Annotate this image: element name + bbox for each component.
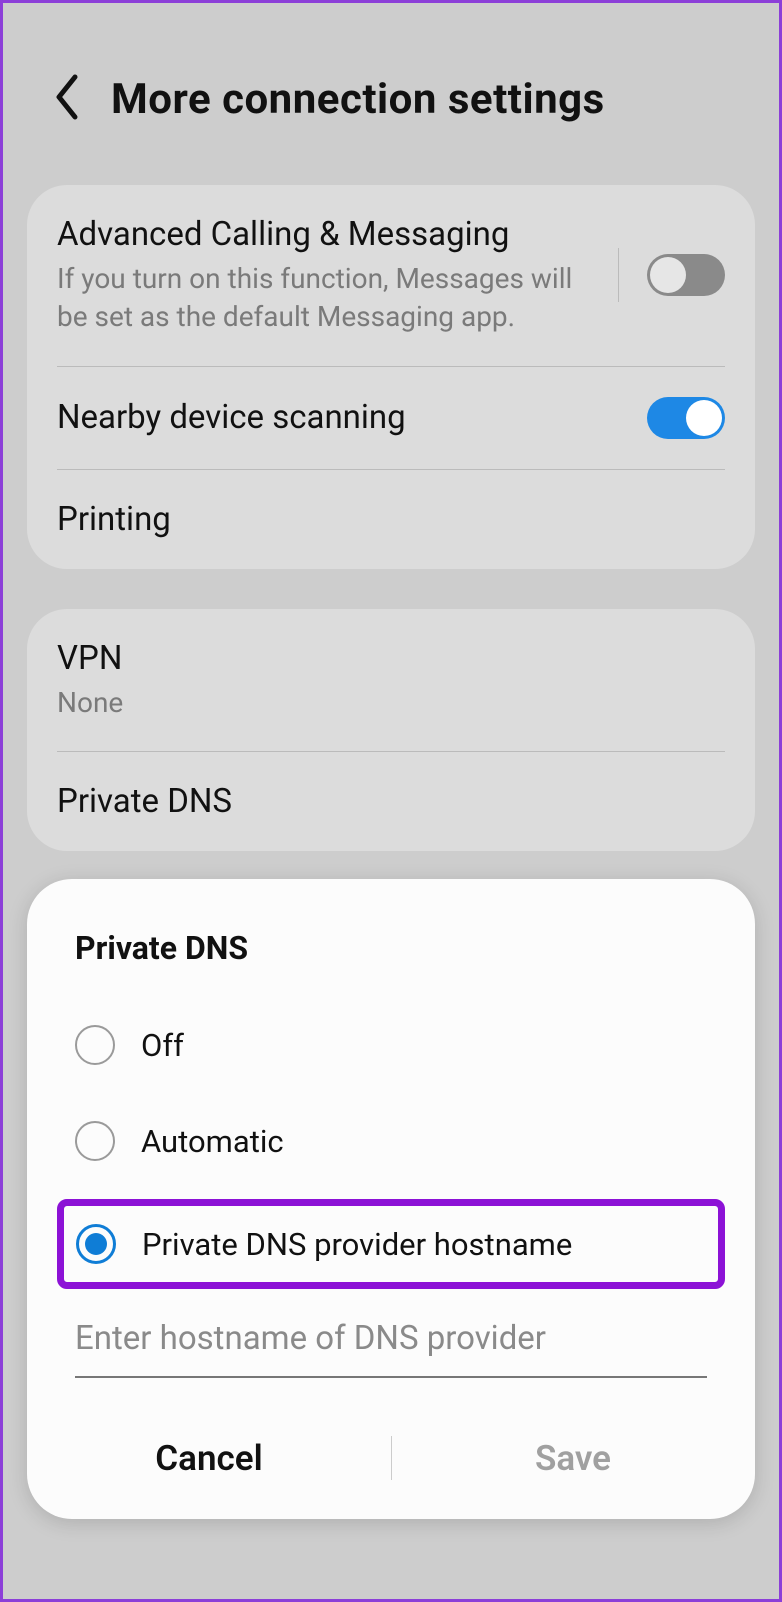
setting-advanced-calling[interactable]: Advanced Calling & Messaging If you turn… [27,185,755,366]
page-title: More connection settings [111,75,605,124]
radio-icon [75,1025,115,1065]
dialog-title: Private DNS [27,929,755,997]
toggle-advanced-calling[interactable] [647,254,725,296]
radio-icon [76,1224,116,1264]
setting-value: None [57,684,710,722]
setting-vpn[interactable]: VPN None [27,609,755,752]
cancel-button[interactable]: Cancel [27,1418,391,1499]
save-button[interactable]: Save [391,1418,755,1499]
hostname-placeholder: Enter hostname of DNS provider [75,1319,707,1358]
toggle-nearby-scanning[interactable] [647,397,725,439]
radio-option-off[interactable]: Off [27,997,755,1093]
setting-title: Printing [57,500,710,539]
settings-card-1: Advanced Calling & Messaging If you turn… [27,185,755,569]
radio-label: Private DNS provider hostname [142,1226,572,1263]
dialog-actions: Cancel Save [27,1418,755,1499]
radio-icon [75,1121,115,1161]
settings-card-2: VPN None Private DNS [27,609,755,852]
back-icon[interactable] [53,73,81,125]
radio-label: Off [141,1027,184,1064]
radio-label: Automatic [141,1123,284,1160]
radio-option-automatic[interactable]: Automatic [27,1093,755,1189]
setting-title: Private DNS [57,782,710,821]
toggle-separator [618,248,619,302]
setting-nearby-scanning[interactable]: Nearby device scanning [27,367,755,469]
hostname-input[interactable]: Enter hostname of DNS provider [75,1319,707,1378]
private-dns-dialog: Private DNS Off Automatic Private DNS pr… [27,879,755,1519]
setting-title: Advanced Calling & Messaging [57,215,603,254]
action-separator [391,1436,392,1480]
setting-subtitle: If you turn on this function, Messages w… [57,260,603,336]
radio-option-hostname[interactable]: Private DNS provider hostname [57,1199,725,1289]
setting-title: Nearby device scanning [57,398,632,437]
header: More connection settings [3,3,779,175]
setting-printing[interactable]: Printing [27,470,755,569]
setting-private-dns[interactable]: Private DNS [27,752,755,851]
setting-title: VPN [57,639,710,678]
